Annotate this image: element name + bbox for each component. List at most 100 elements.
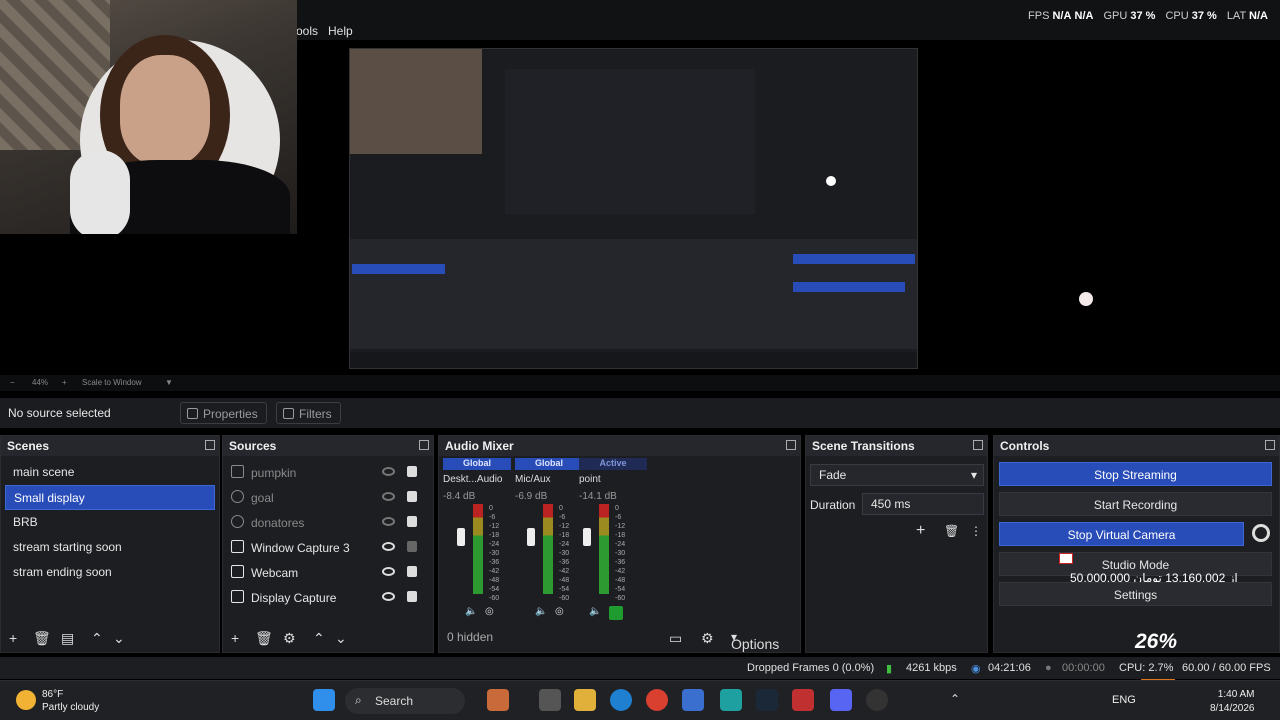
- mixer-title: Audio Mixer: [445, 439, 514, 453]
- webcam-feed: [0, 0, 297, 234]
- scenes-header: Scenes: [1, 436, 219, 456]
- monitor-icon[interactable]: ◎: [555, 606, 567, 618]
- edge-icon[interactable]: [610, 689, 632, 711]
- eye-icon[interactable]: [382, 592, 395, 601]
- gear-icon[interactable]: ⚙: [283, 630, 296, 647]
- menu-tools[interactable]: ools: [296, 24, 318, 38]
- more-icon[interactable]: ⋮: [970, 524, 982, 538]
- volume-fader[interactable]: [457, 528, 465, 546]
- scene-item[interactable]: main scene: [5, 460, 215, 485]
- source-item[interactable]: pumpkin: [223, 460, 433, 485]
- undock-icon[interactable]: [1265, 440, 1275, 450]
- source-item[interactable]: Window Capture 3: [223, 535, 433, 560]
- monitor-icon[interactable]: ◎: [485, 606, 497, 618]
- add-scene-icon[interactable]: +: [9, 630, 17, 646]
- eye-icon[interactable]: [382, 567, 395, 576]
- zoom-out-icon[interactable]: −: [10, 378, 15, 387]
- hidden-eye-icon[interactable]: [382, 492, 395, 501]
- start-recording-button[interactable]: Start Recording: [999, 492, 1272, 516]
- record-time: 00:00:00: [1062, 662, 1105, 674]
- channel-name[interactable]: Deskt...Audio: [443, 474, 511, 485]
- source-item[interactable]: Display Capture: [223, 585, 433, 610]
- move-down-icon[interactable]: ⌄: [113, 630, 125, 647]
- trash-icon[interactable]: 🗑: [944, 524, 959, 538]
- lat-label: LAT: [1226, 10, 1246, 22]
- options-button[interactable]: Options ▾: [731, 630, 779, 652]
- headphones-icon[interactable]: [609, 606, 623, 620]
- source-item[interactable]: donatores: [223, 510, 433, 535]
- hidden-eye-icon[interactable]: [382, 517, 395, 526]
- move-up-icon[interactable]: ⌃: [91, 630, 103, 647]
- scene-item[interactable]: BRB: [5, 510, 215, 535]
- properties-button[interactable]: Properties: [180, 402, 267, 424]
- source-item[interactable]: goal: [223, 485, 433, 510]
- obs-icon[interactable]: [866, 689, 888, 711]
- move-up-icon[interactable]: ⌃: [313, 630, 325, 647]
- trash-icon[interactable]: 🗑: [255, 630, 273, 647]
- add-transition-icon[interactable]: +: [916, 522, 925, 540]
- store-icon[interactable]: [682, 689, 704, 711]
- source-name: Display Capture: [251, 591, 337, 605]
- language-indicator[interactable]: ENG: [1112, 694, 1136, 706]
- gear-icon[interactable]: ⚙: [701, 630, 714, 647]
- steam-icon[interactable]: [756, 689, 778, 711]
- chrome-icon[interactable]: [646, 689, 668, 711]
- lock-icon[interactable]: [407, 566, 417, 577]
- undock-icon[interactable]: [419, 440, 429, 450]
- unlock-icon[interactable]: [407, 541, 417, 552]
- weather-widget[interactable]: 86°F Partly cloudy: [42, 688, 99, 714]
- audio-mixer-header: Audio Mixer: [439, 436, 800, 456]
- zoom-mode[interactable]: Scale to Window: [82, 378, 142, 387]
- speaker-icon[interactable]: 🔈: [535, 606, 547, 618]
- file-explorer-icon[interactable]: [574, 689, 596, 711]
- taskbar-clock[interactable]: 1:40 AM 8/14/2026: [1210, 688, 1255, 716]
- move-down-icon[interactable]: ⌄: [335, 630, 347, 647]
- channel-badge: Global: [443, 458, 511, 470]
- speaker-icon[interactable]: 🔈: [465, 606, 477, 618]
- app-icon[interactable]: [792, 689, 814, 711]
- transition-select[interactable]: Fade ▾: [810, 464, 984, 486]
- zoom-in-icon[interactable]: +: [62, 378, 67, 387]
- weather-icon[interactable]: [16, 690, 36, 710]
- scene-item[interactable]: stream starting soon: [5, 535, 215, 560]
- discord-icon[interactable]: [830, 689, 852, 711]
- trash-icon[interactable]: 🗑: [33, 630, 51, 647]
- undock-icon[interactable]: [786, 440, 796, 450]
- tray-chevron-icon[interactable]: ⌃: [950, 692, 960, 706]
- stop-virtual-camera-button[interactable]: Stop Virtual Camera: [999, 522, 1244, 546]
- source-item[interactable]: Webcam: [223, 560, 433, 585]
- virtual-camera-settings-icon[interactable]: [1252, 524, 1270, 542]
- channel-name[interactable]: point: [579, 474, 647, 485]
- properties-label: Properties: [203, 407, 258, 421]
- filters-button[interactable]: Filters: [276, 402, 341, 424]
- task-view-icon[interactable]: [539, 689, 561, 711]
- app-icon[interactable]: [487, 689, 509, 711]
- chevron-down-icon[interactable]: ▼: [165, 378, 173, 387]
- layout-icon[interactable]: ▭: [669, 630, 682, 647]
- taskbar-search[interactable]: ⌕ Search: [345, 688, 465, 714]
- status-bar: Dropped Frames 0 (0.0%) ▮ 4261 kbps ◉ 04…: [0, 657, 1280, 679]
- speaker-icon[interactable]: 🔈: [589, 606, 601, 618]
- eye-icon[interactable]: [382, 542, 395, 551]
- scene-item[interactable]: stram ending soon: [5, 560, 215, 585]
- vscode-icon[interactable]: [720, 689, 742, 711]
- lock-icon[interactable]: [407, 516, 417, 527]
- stop-streaming-button[interactable]: Stop Streaming: [999, 462, 1272, 486]
- windows-start-icon[interactable]: [313, 689, 335, 711]
- filter-icon[interactable]: ▤: [61, 630, 74, 647]
- hidden-eye-icon[interactable]: [382, 467, 395, 476]
- lock-icon[interactable]: [407, 466, 417, 477]
- volume-fader[interactable]: [583, 528, 591, 546]
- settings-button[interactable]: Settings: [999, 582, 1272, 606]
- volume-fader[interactable]: [527, 528, 535, 546]
- menu-help[interactable]: Help: [328, 24, 353, 38]
- undock-icon[interactable]: [973, 440, 983, 450]
- nested-preview-image: [349, 48, 918, 369]
- duration-input[interactable]: 450 ms: [862, 493, 984, 515]
- lock-icon[interactable]: [407, 591, 417, 602]
- channel-name[interactable]: Mic/Aux: [515, 474, 583, 485]
- lock-icon[interactable]: [407, 491, 417, 502]
- add-source-icon[interactable]: +: [231, 630, 239, 646]
- undock-icon[interactable]: [205, 440, 215, 450]
- scene-item-selected[interactable]: Small display: [5, 485, 215, 510]
